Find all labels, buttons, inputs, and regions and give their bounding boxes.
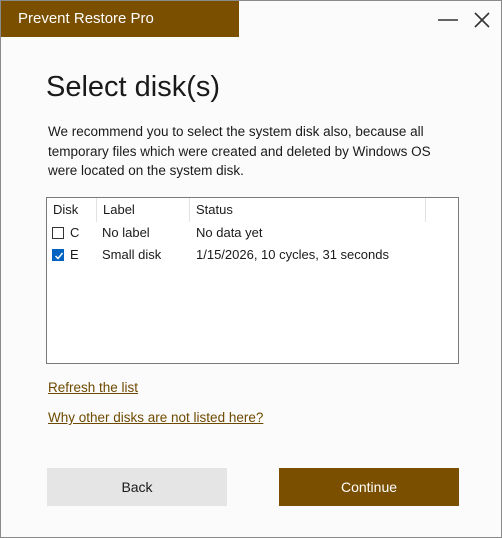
- disk-list: Disk Label Status C No label No data yet…: [46, 197, 459, 364]
- column-header-label[interactable]: Label: [97, 198, 190, 222]
- disk-row-e[interactable]: E Small disk 1/15/2026, 10 cycles, 31 se…: [47, 244, 458, 266]
- disk-letter: E: [70, 247, 79, 262]
- refresh-list-link[interactable]: Refresh the list: [48, 380, 138, 395]
- disk-status: No data yet: [196, 225, 263, 240]
- disk-label: No label: [102, 225, 150, 240]
- disk-row-c[interactable]: C No label No data yet: [47, 222, 458, 244]
- checkmark-icon: [54, 252, 64, 260]
- column-header-status[interactable]: Status: [190, 198, 426, 222]
- description-text: We recommend you to select the system di…: [48, 124, 431, 178]
- why-not-listed-link[interactable]: Why other disks are not listed here?: [48, 410, 263, 425]
- disk-label: Small disk: [102, 247, 162, 262]
- disk-e-checkbox[interactable]: [52, 249, 64, 261]
- disk-c-checkbox[interactable]: [52, 227, 64, 239]
- disk-list-header: Disk Label Status: [47, 198, 458, 222]
- disk-letter: C: [70, 225, 80, 240]
- continue-button[interactable]: Continue: [279, 468, 459, 506]
- back-button[interactable]: Back: [47, 468, 227, 506]
- minimize-button[interactable]: [433, 7, 463, 33]
- minimize-icon: [438, 19, 458, 21]
- app-title: Prevent Restore Pro: [1, 1, 239, 37]
- column-header-disk[interactable]: Disk: [47, 198, 97, 222]
- app-window: Prevent Restore Pro Select disk(s) We re…: [0, 0, 502, 538]
- close-icon: [474, 12, 490, 28]
- page-title: Select disk(s): [46, 71, 221, 103]
- disk-status: 1/15/2026, 10 cycles, 31 seconds: [196, 247, 389, 262]
- close-button[interactable]: [467, 7, 497, 33]
